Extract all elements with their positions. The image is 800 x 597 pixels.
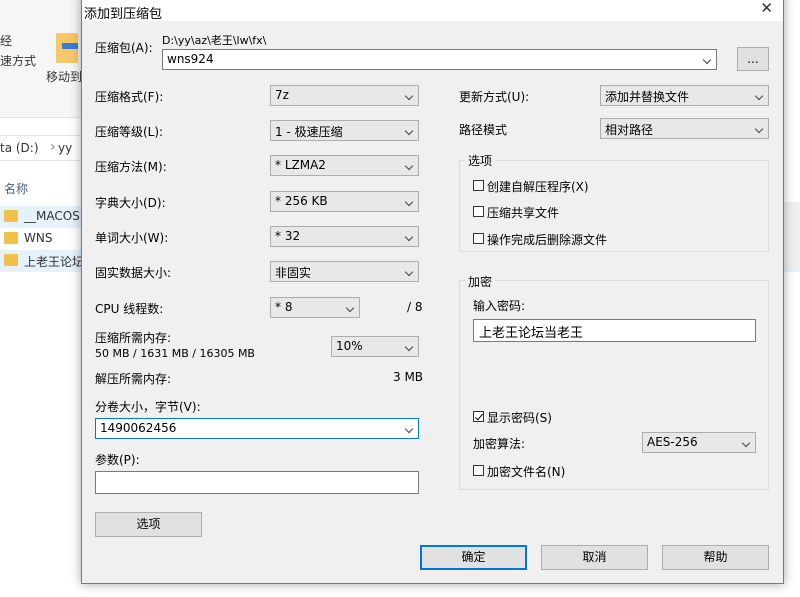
update-value: 添加并替换文件	[605, 90, 690, 104]
dict-label: 字典大小(D):	[95, 196, 166, 210]
split-size-value: 1490062456	[100, 421, 177, 435]
address-bar[interactable]: ta (D:) › yy	[0, 135, 82, 161]
ribbon-text: 经	[0, 34, 13, 48]
solid-select[interactable]: 非固实	[270, 261, 419, 282]
chevron-down-icon	[404, 267, 414, 277]
folder-icon	[4, 232, 18, 244]
split-label: 分卷大小，字节(V):	[95, 400, 201, 414]
breadcrumb-separator-icon: ›	[50, 139, 56, 155]
pathmode-value: 相对路径	[605, 123, 654, 137]
encrypt-names-checkbox[interactable]	[473, 465, 484, 476]
chevron-down-icon	[404, 126, 414, 136]
list-item-label: 上老王论坛	[24, 255, 85, 269]
archive-name-field[interactable]: wns924	[162, 49, 717, 70]
dict-value: * 256 KB	[275, 194, 328, 208]
threads-label: CPU 线程数:	[95, 302, 164, 316]
ribbon-text: 速方式	[0, 54, 37, 68]
chevron-down-icon	[404, 197, 414, 207]
chevron-down-icon[interactable]	[404, 424, 414, 434]
update-select[interactable]: 添加并替换文件	[600, 85, 769, 106]
mem-comp-detail: 50 MB / 1631 MB / 16305 MB	[95, 347, 255, 360]
address-folder[interactable]: yy	[58, 141, 72, 155]
word-value: * 32	[275, 229, 301, 243]
level-value: 1 - 极速压缩	[275, 125, 343, 139]
delete-after-label[interactable]: 操作完成后删除源文件	[487, 231, 607, 248]
archive-path: D:\yy\az\老王\lw\fx\	[162, 34, 267, 47]
chevron-down-icon	[345, 303, 355, 313]
show-password-checkbox[interactable]	[473, 411, 484, 422]
encryption-method-value: AES-256	[647, 435, 698, 449]
format-select[interactable]: 7z	[270, 85, 419, 106]
threads-total: / 8	[407, 300, 423, 314]
show-password-label[interactable]: 显示密码(S)	[487, 409, 552, 426]
password-input[interactable]: 上老王论坛当老王	[473, 319, 756, 342]
encryption-group-title: 加密	[465, 273, 496, 290]
explorer-ribbon: 经 速方式 移动到	[0, 0, 82, 118]
browse-button[interactable]: ...	[737, 47, 769, 71]
threads-select[interactable]: * 8	[270, 297, 360, 318]
background-panel	[784, 202, 800, 268]
chevron-down-icon	[404, 91, 414, 101]
move-to-icon[interactable]	[56, 33, 78, 63]
help-button[interactable]: 帮助	[662, 545, 769, 570]
encrypt-names-label[interactable]: 加密文件名(N)	[487, 463, 565, 480]
list-item-label: __MACOS	[24, 209, 80, 223]
format-value: 7z	[275, 88, 289, 102]
format-label: 压缩格式(F):	[95, 90, 164, 104]
mem-decomp-value: 3 MB	[393, 370, 424, 384]
encryption-method-label: 加密算法:	[473, 437, 526, 451]
sfx-checkbox[interactable]	[473, 180, 484, 191]
password-label: 输入密码:	[473, 299, 526, 313]
chevron-down-icon	[741, 438, 751, 448]
params-input[interactable]	[95, 471, 419, 494]
delete-after-checkbox[interactable]	[473, 233, 484, 244]
params-label: 参数(P):	[95, 453, 140, 467]
chevron-down-icon[interactable]	[702, 55, 712, 65]
method-label: 压缩方法(M):	[95, 160, 167, 174]
shared-files-label[interactable]: 压缩共享文件	[487, 204, 559, 221]
sfx-label[interactable]: 创建自解压程序(X)	[487, 178, 589, 195]
level-label: 压缩等级(L):	[95, 125, 164, 139]
list-item-label: WNS	[24, 231, 53, 245]
chevron-down-icon	[404, 161, 414, 171]
pathmode-label: 路径模式	[459, 123, 508, 137]
move-to-button[interactable]: 移动到	[46, 68, 82, 85]
archive-name-value: wns924	[167, 52, 214, 66]
chevron-down-icon	[404, 232, 414, 242]
update-label: 更新方式(U):	[459, 90, 530, 104]
ok-button[interactable]: 确定	[420, 545, 527, 570]
options-group-title: 选项	[465, 152, 496, 169]
method-value: * LZMA2	[275, 158, 326, 172]
close-icon[interactable]: ✕	[760, 0, 773, 17]
address-drive[interactable]: ta (D:)	[0, 141, 39, 155]
dialog-title: 添加到压缩包	[84, 7, 163, 22]
shared-files-checkbox[interactable]	[473, 206, 484, 217]
dict-select[interactable]: * 256 KB	[270, 191, 419, 212]
chevron-down-icon	[754, 91, 764, 101]
split-size-field[interactable]: 1490062456	[95, 418, 419, 439]
mem-usage-value: 10%	[336, 339, 363, 353]
folder-icon	[4, 210, 18, 222]
threads-value: * 8	[275, 300, 293, 314]
title-bar[interactable]: 添加到压缩包 ✕	[82, 0, 783, 22]
options-button[interactable]: 选项	[95, 512, 202, 537]
word-select[interactable]: * 32	[270, 226, 419, 247]
level-select[interactable]: 1 - 极速压缩	[270, 120, 419, 141]
mem-usage-select[interactable]: 10%	[331, 336, 419, 357]
solid-value: 非固实	[275, 266, 312, 280]
mem-comp-label: 压缩所需内存:	[95, 331, 172, 345]
solid-label: 固实数据大小:	[95, 266, 172, 280]
column-header-name[interactable]: 名称	[4, 180, 28, 197]
folder-icon	[4, 254, 18, 266]
pathmode-select[interactable]: 相对路径	[600, 118, 769, 139]
mem-decomp-label: 解压所需内存:	[95, 372, 172, 386]
word-label: 单词大小(W):	[95, 231, 169, 245]
cancel-button[interactable]: 取消	[541, 545, 648, 570]
encryption-method-select[interactable]: AES-256	[642, 432, 756, 453]
chevron-down-icon	[404, 342, 414, 352]
add-to-archive-dialog: 添加到压缩包 ✕ 压缩包(A): D:\yy\az\老王\lw\fx\ wns9…	[81, 0, 784, 584]
archive-label: 压缩包(A):	[95, 41, 153, 55]
method-select[interactable]: * LZMA2	[270, 155, 419, 176]
chevron-down-icon	[754, 124, 764, 134]
